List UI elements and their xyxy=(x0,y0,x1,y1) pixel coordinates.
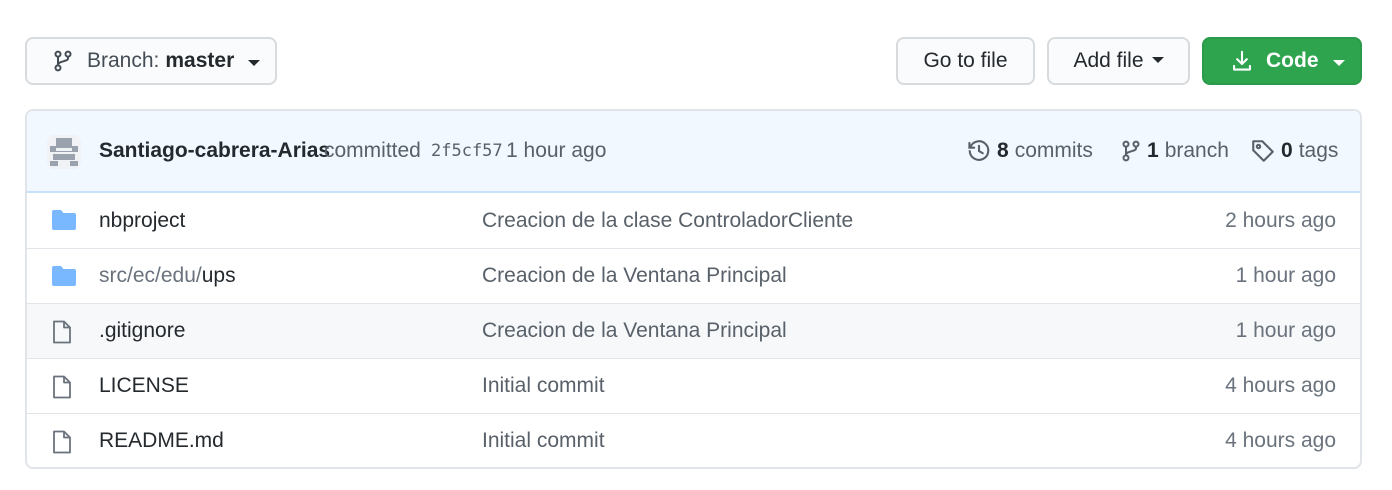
go-to-file-button[interactable]: Go to file xyxy=(896,37,1035,85)
code-label: Code xyxy=(1266,49,1319,72)
download-icon xyxy=(1233,50,1251,71)
history-icon xyxy=(968,140,990,161)
folder-icon xyxy=(52,266,76,286)
add-file-label: Add file xyxy=(1073,49,1144,72)
commit-message-link[interactable]: Initial commit xyxy=(482,374,605,398)
file-name-link[interactable]: src/ec/edu/ups xyxy=(99,264,236,288)
commit-message-link[interactable]: Creacion de la Ventana Principal xyxy=(482,319,787,343)
file-name-link[interactable]: nbproject xyxy=(99,209,185,233)
file-row[interactable]: LICENSE Initial commit 4 hours ago xyxy=(27,358,1360,413)
tags-label: tags xyxy=(1298,139,1339,162)
commit-age: 1 hour ago xyxy=(1235,264,1336,287)
commit-age: 4 hours ago xyxy=(1225,374,1336,397)
add-file-button[interactable]: Add file xyxy=(1047,37,1190,85)
commit-age: 1 hour ago xyxy=(1235,319,1336,342)
file-path-prefix: src/ec/edu/ xyxy=(99,264,202,287)
file-list: nbproject Creacion de la clase Controlad… xyxy=(27,193,1360,467)
file-row[interactable]: README.md Initial commit 4 hours ago xyxy=(27,413,1360,467)
commit-action-text: committed xyxy=(324,139,421,162)
tag-icon xyxy=(1252,140,1274,162)
branch-name-label: master xyxy=(165,49,235,72)
caret-down-icon xyxy=(1151,57,1164,63)
file-icon xyxy=(53,375,71,399)
file-name-link[interactable]: LICENSE xyxy=(99,374,189,398)
branches-label: branch xyxy=(1164,139,1229,162)
commits-count: 8 xyxy=(997,139,1009,162)
branch-prefix-label: Branch: xyxy=(87,49,160,72)
folder-icon xyxy=(52,210,76,230)
file-row[interactable]: .gitignore Creacion de la Ventana Princi… xyxy=(27,303,1360,358)
file-icon xyxy=(53,430,71,454)
tags-count: 0 xyxy=(1281,139,1293,162)
latest-commit-bar: Santiago-cabrera-Arias committed 2f5cf57… xyxy=(27,111,1360,193)
commit-age: 4 hours ago xyxy=(1225,429,1336,452)
caret-down-icon xyxy=(248,60,261,66)
git-branch-icon xyxy=(1122,140,1140,162)
file-name-link[interactable]: README.md xyxy=(99,429,224,453)
branches-count: 1 xyxy=(1147,139,1159,162)
branch-select-button[interactable]: Branch: master xyxy=(25,37,277,85)
file-name-link[interactable]: .gitignore xyxy=(99,319,185,343)
file-listing: Santiago-cabrera-Arias committed 2f5cf57… xyxy=(25,109,1362,469)
commit-time: 1 hour ago xyxy=(506,139,607,162)
branches-link[interactable]: 1 branch xyxy=(1121,139,1229,163)
commit-message-link[interactable]: Initial commit xyxy=(482,429,605,453)
tags-link[interactable]: 0 tags xyxy=(1251,139,1338,163)
commit-message-link[interactable]: Creacion de la Ventana Principal xyxy=(482,264,787,288)
file-path-leaf: ups xyxy=(201,264,236,287)
file-icon xyxy=(53,320,71,344)
code-button[interactable]: Code xyxy=(1202,37,1362,85)
git-branch-icon xyxy=(54,50,72,72)
commits-label: commits xyxy=(1014,139,1093,162)
file-row[interactable]: nbproject Creacion de la clase Controlad… xyxy=(27,193,1360,248)
file-row[interactable]: src/ec/edu/ups Creacion de la Ventana Pr… xyxy=(27,248,1360,303)
commits-link[interactable]: 8 commits xyxy=(967,139,1093,163)
commit-age: 2 hours ago xyxy=(1225,208,1336,232)
caret-down-icon xyxy=(1332,60,1345,66)
commit-sha-link[interactable]: 2f5cf57 xyxy=(431,141,503,161)
commit-message-link[interactable]: Creacion de la clase ControladorCliente xyxy=(482,209,853,233)
commit-author-link[interactable]: Santiago-cabrera-Arias xyxy=(99,139,330,163)
avatar[interactable] xyxy=(47,135,81,169)
